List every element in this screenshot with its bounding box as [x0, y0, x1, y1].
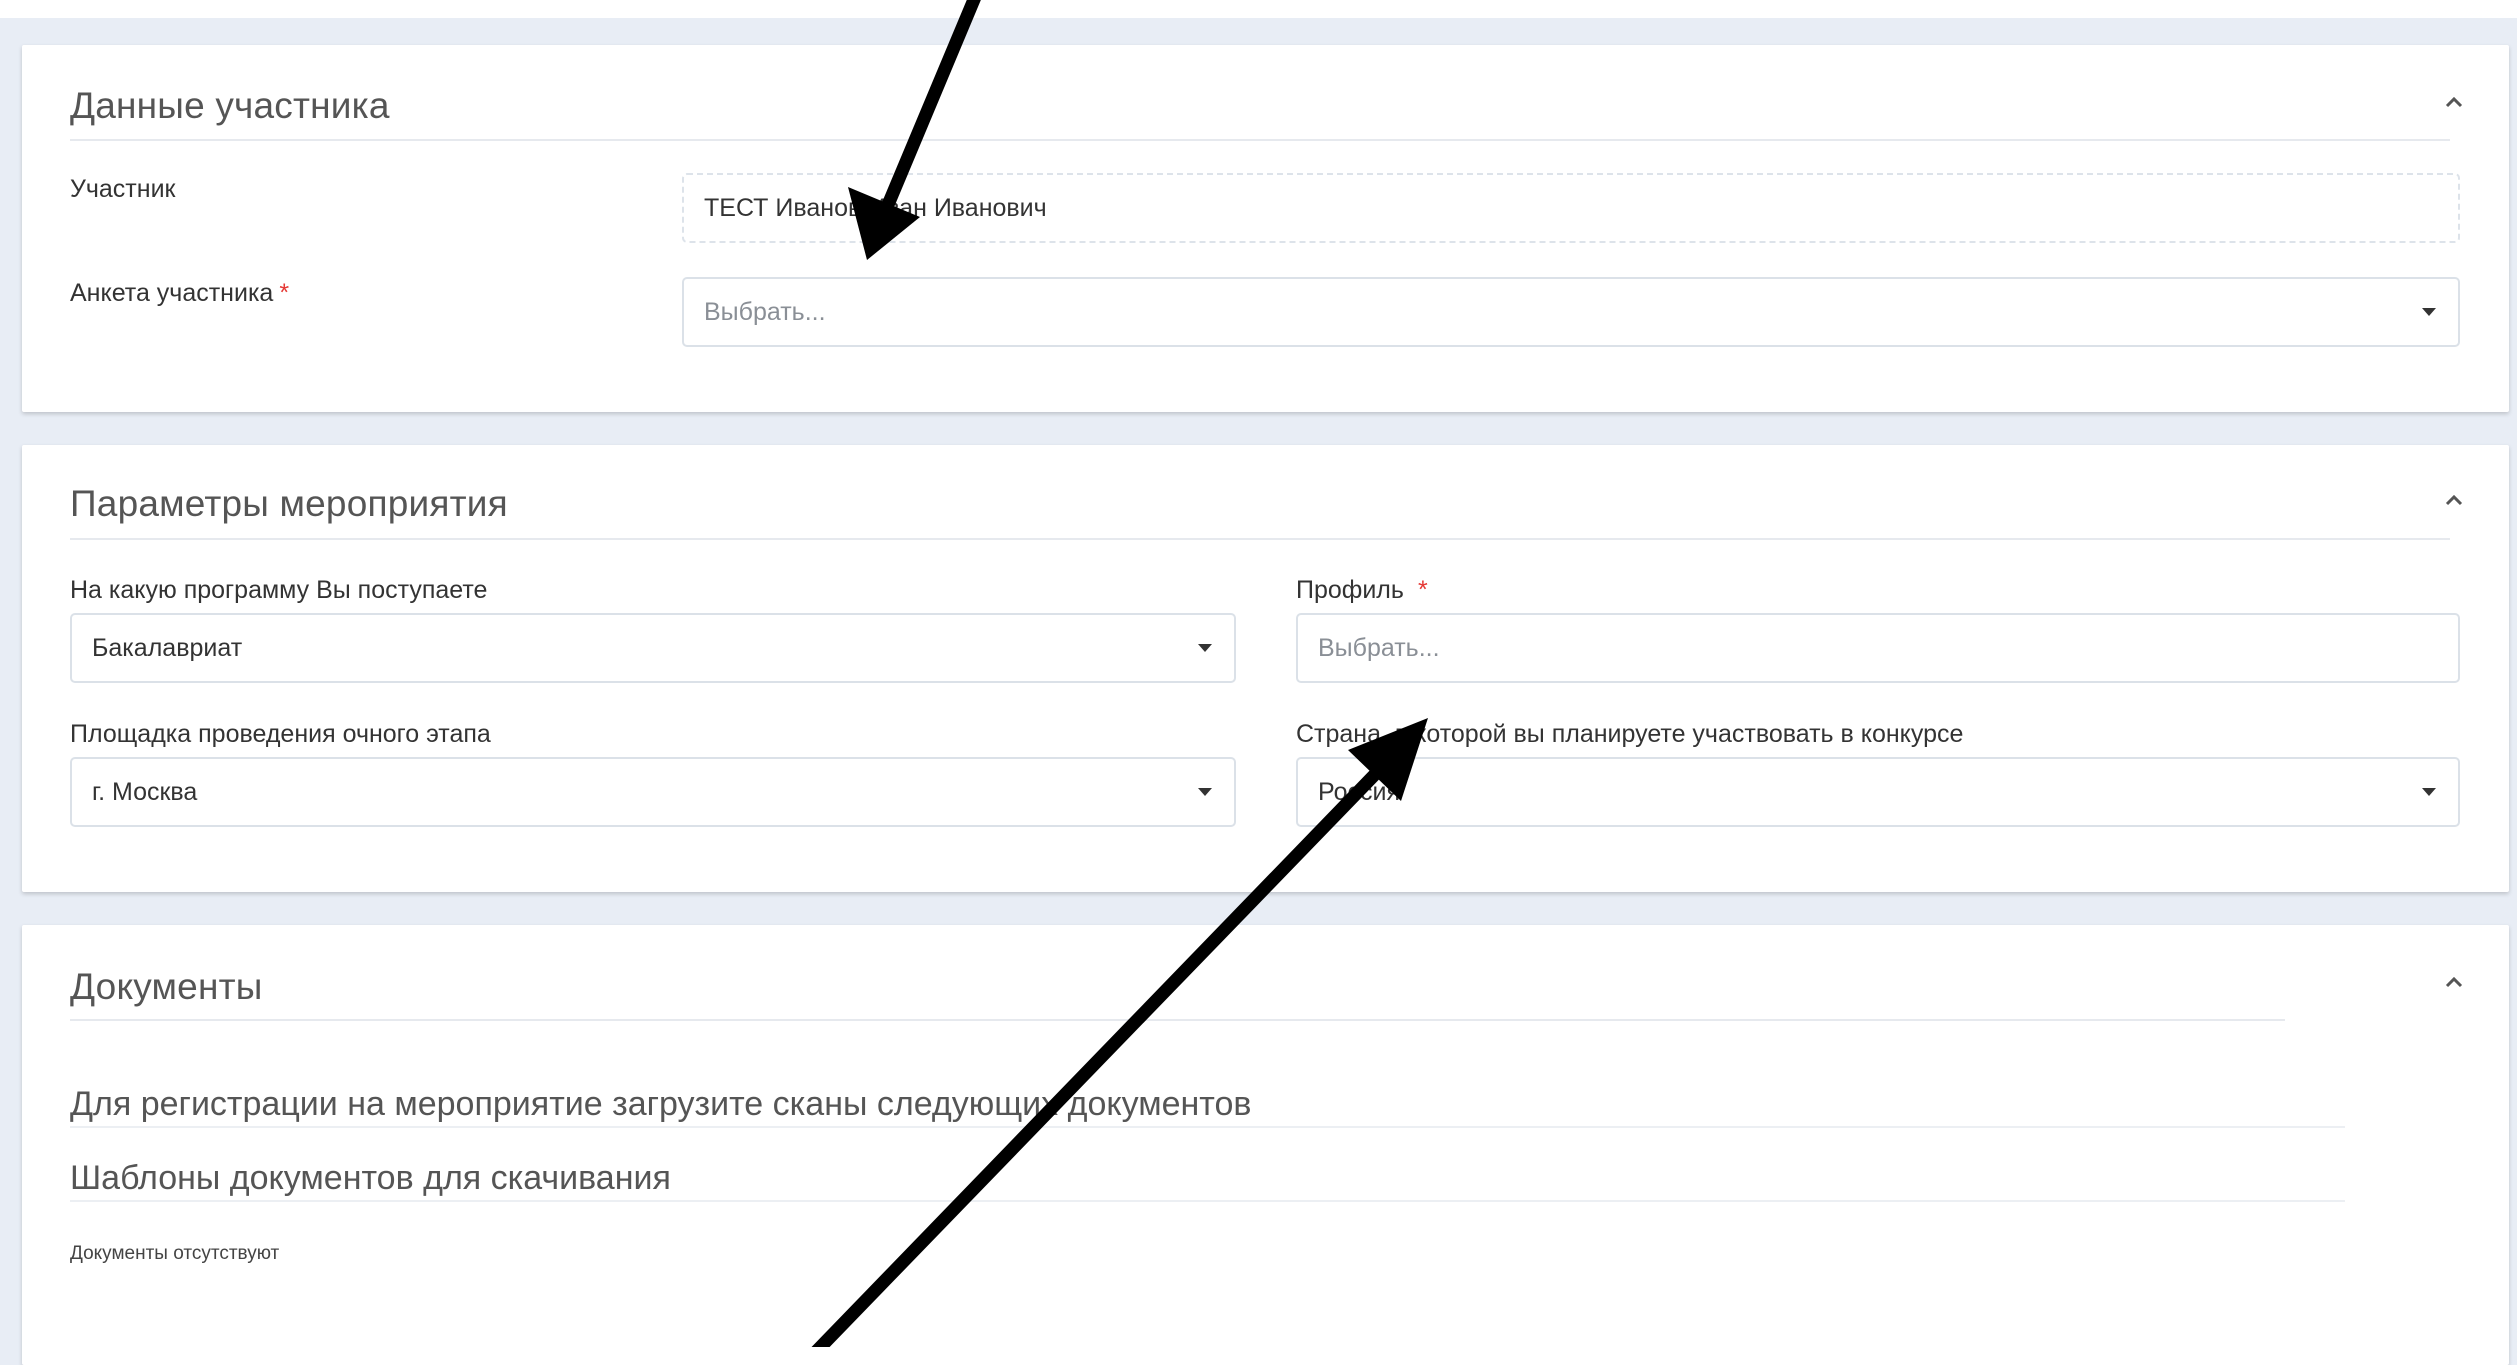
chevron-up-icon[interactable]	[2439, 87, 2469, 117]
program-select[interactable]: Бакалавриат	[70, 613, 1236, 683]
program-value: Бакалавриат	[92, 634, 243, 662]
templates-divider	[70, 1200, 2345, 1202]
title-divider	[70, 538, 2450, 540]
event-profile-input[interactable]: Выбрать...	[1296, 613, 2460, 683]
upload-heading: Для регистрации на мероприятие загрузите…	[70, 1085, 1252, 1123]
upload-divider	[70, 1126, 2345, 1128]
event-profile-label: Профиль *	[1296, 576, 1428, 604]
venue-label: Площадка проведения очного этапа	[70, 720, 491, 748]
country-label: Страна, в которой вы планируете участвов…	[1296, 720, 1964, 748]
caret-down-icon	[1198, 644, 1212, 652]
participant-section: Данные участника Участник ТЕСТ Иванов Ив…	[22, 45, 2509, 412]
profile-placeholder: Выбрать...	[704, 298, 826, 326]
event-section: Параметры мероприятия На какую программу…	[22, 445, 2509, 892]
section-title: Документы	[70, 966, 263, 1007]
event-profile-placeholder: Выбрать...	[1318, 634, 1440, 662]
title-divider	[70, 1019, 2285, 1021]
profile-select[interactable]: Выбрать...	[682, 277, 2460, 347]
required-mark: *	[279, 279, 290, 307]
title-divider	[70, 139, 2450, 141]
country-value: Россия	[1318, 778, 1400, 806]
caret-down-icon	[1198, 788, 1212, 796]
venue-select[interactable]: г. Москва	[70, 757, 1236, 827]
venue-value: г. Москва	[92, 778, 198, 806]
chevron-up-icon[interactable]	[2439, 485, 2469, 515]
documents-section: Документы Для регистрации на мероприятие…	[22, 925, 2509, 1365]
caret-down-icon	[2422, 788, 2436, 796]
participant-field: ТЕСТ Иванов Иван Иванович	[682, 173, 2460, 243]
documents-empty-text: Документы отсутствуют	[70, 1243, 280, 1264]
required-mark: *	[1417, 576, 1428, 604]
profile-label: Анкета участника *	[70, 279, 290, 307]
country-select[interactable]: Россия	[1296, 757, 2460, 827]
top-band	[0, 0, 2517, 18]
section-title: Данные участника	[70, 85, 390, 126]
participant-value: ТЕСТ Иванов Иван Иванович	[704, 194, 1047, 222]
program-label: На какую программу Вы поступаете	[70, 576, 488, 604]
templates-heading[interactable]: Шаблоны документов для скачивания	[70, 1159, 671, 1198]
caret-down-icon	[2422, 308, 2436, 316]
participant-label: Участник	[70, 175, 176, 203]
section-title: Параметры мероприятия	[70, 483, 508, 524]
chevron-up-icon[interactable]	[2439, 967, 2469, 997]
